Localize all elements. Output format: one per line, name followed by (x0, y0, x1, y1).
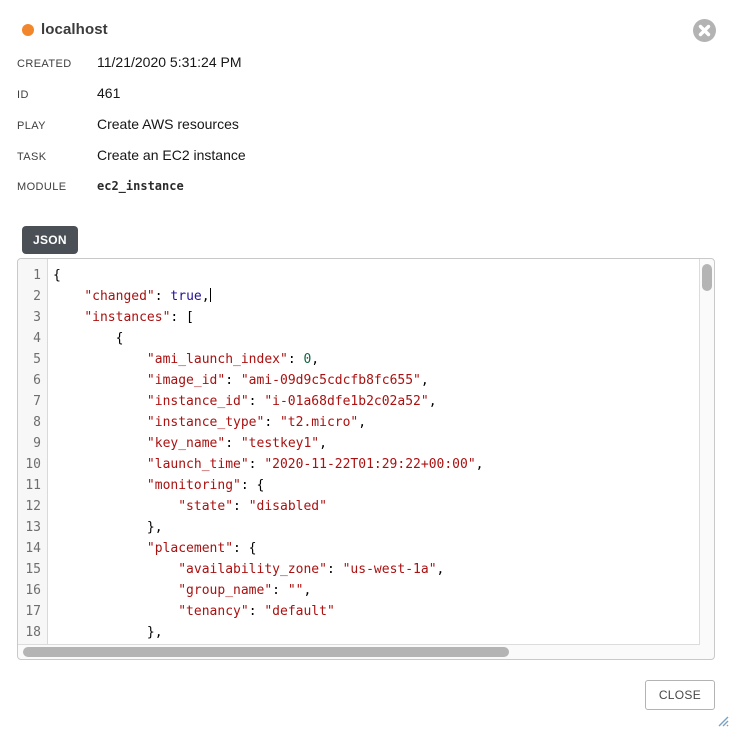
close-button[interactable]: CLOSE (645, 680, 715, 710)
line-number: 16 (18, 580, 47, 601)
line-number: 15 (18, 559, 47, 580)
detail-label: ID (17, 86, 97, 104)
code-line: }, (53, 622, 699, 643)
host-event-modal: { "header": { "host": "localhost", "stat… (0, 0, 732, 730)
code-line: "instances": [ (53, 307, 699, 328)
detail-value: ec2_instance (97, 177, 184, 195)
json-output-box: 123456789101112131415161718 { "changed":… (17, 258, 715, 660)
host-title: localhost (41, 21, 108, 38)
detail-row: ID461 (17, 84, 710, 104)
vertical-scrollbar-thumb[interactable] (702, 264, 712, 291)
detail-row: CREATED11/21/2020 5:31:24 PM (17, 53, 710, 73)
line-number: 17 (18, 601, 47, 622)
line-number: 12 (18, 496, 47, 517)
line-number: 6 (18, 370, 47, 391)
line-number: 3 (18, 307, 47, 328)
code-line: "group_name": "", (53, 580, 699, 601)
code-line: { (53, 328, 699, 349)
line-number: 5 (18, 349, 47, 370)
code-line: "tenancy": "default" (53, 601, 699, 622)
line-number: 18 (18, 622, 47, 643)
detail-label: PLAY (17, 117, 97, 135)
detail-value: 461 (97, 84, 120, 102)
line-number: 1 (18, 265, 47, 286)
code-line: "monitoring": { (53, 475, 699, 496)
line-number: 13 (18, 517, 47, 538)
code-line: "launch_time": "2020-11-22T01:29:22+00:0… (53, 454, 699, 475)
line-number: 7 (18, 391, 47, 412)
json-tab-button[interactable]: JSON (22, 226, 78, 254)
modal-header: localhost (0, 0, 732, 38)
code-line: "instance_id": "i-01a68dfe1b2c02a52", (53, 391, 699, 412)
line-number: 11 (18, 475, 47, 496)
line-number: 8 (18, 412, 47, 433)
close-icon[interactable] (693, 19, 716, 42)
code-content: { "changed": true, "instances": [ { "ami… (48, 259, 699, 644)
code-line: "ami_launch_index": 0, (53, 349, 699, 370)
line-number: 9 (18, 433, 47, 454)
detail-label: MODULE (17, 178, 97, 196)
line-number: 2 (18, 286, 47, 307)
code-editor[interactable]: 123456789101112131415161718 { "changed":… (18, 259, 700, 645)
text-cursor (210, 288, 211, 302)
line-number: 10 (18, 454, 47, 475)
code-line: "state": "disabled" (53, 496, 699, 517)
detail-row: MODULEec2_instance (17, 177, 710, 196)
code-line: "instance_type": "t2.micro", (53, 412, 699, 433)
horizontal-scrollbar[interactable] (19, 646, 699, 658)
line-number-gutter: 123456789101112131415161718 (18, 259, 48, 644)
code-line: "changed": true, (53, 286, 699, 307)
code-line: "availability_zone": "us-west-1a", (53, 559, 699, 580)
vertical-scrollbar[interactable] (701, 260, 713, 644)
host-status-icon (22, 24, 34, 36)
detail-label: CREATED (17, 55, 97, 73)
detail-value: Create an EC2 instance (97, 146, 246, 164)
code-line: "image_id": "ami-09d9c5cdcfb8fc655", (53, 370, 699, 391)
code-line: "key_name": "testkey1", (53, 433, 699, 454)
code-line: "placement": { (53, 538, 699, 559)
detail-value: 11/21/2020 5:31:24 PM (97, 53, 242, 71)
resize-handle-icon[interactable] (717, 715, 729, 727)
code-line: }, (53, 517, 699, 538)
detail-label: TASK (17, 148, 97, 166)
detail-value: Create AWS resources (97, 115, 239, 133)
line-number: 4 (18, 328, 47, 349)
detail-row: PLAYCreate AWS resources (17, 115, 710, 135)
detail-row: TASKCreate an EC2 instance (17, 146, 710, 166)
event-details: CREATED11/21/2020 5:31:24 PMID461PLAYCre… (17, 53, 710, 196)
code-line: { (53, 265, 699, 286)
line-number: 14 (18, 538, 47, 559)
horizontal-scrollbar-thumb[interactable] (23, 647, 509, 657)
